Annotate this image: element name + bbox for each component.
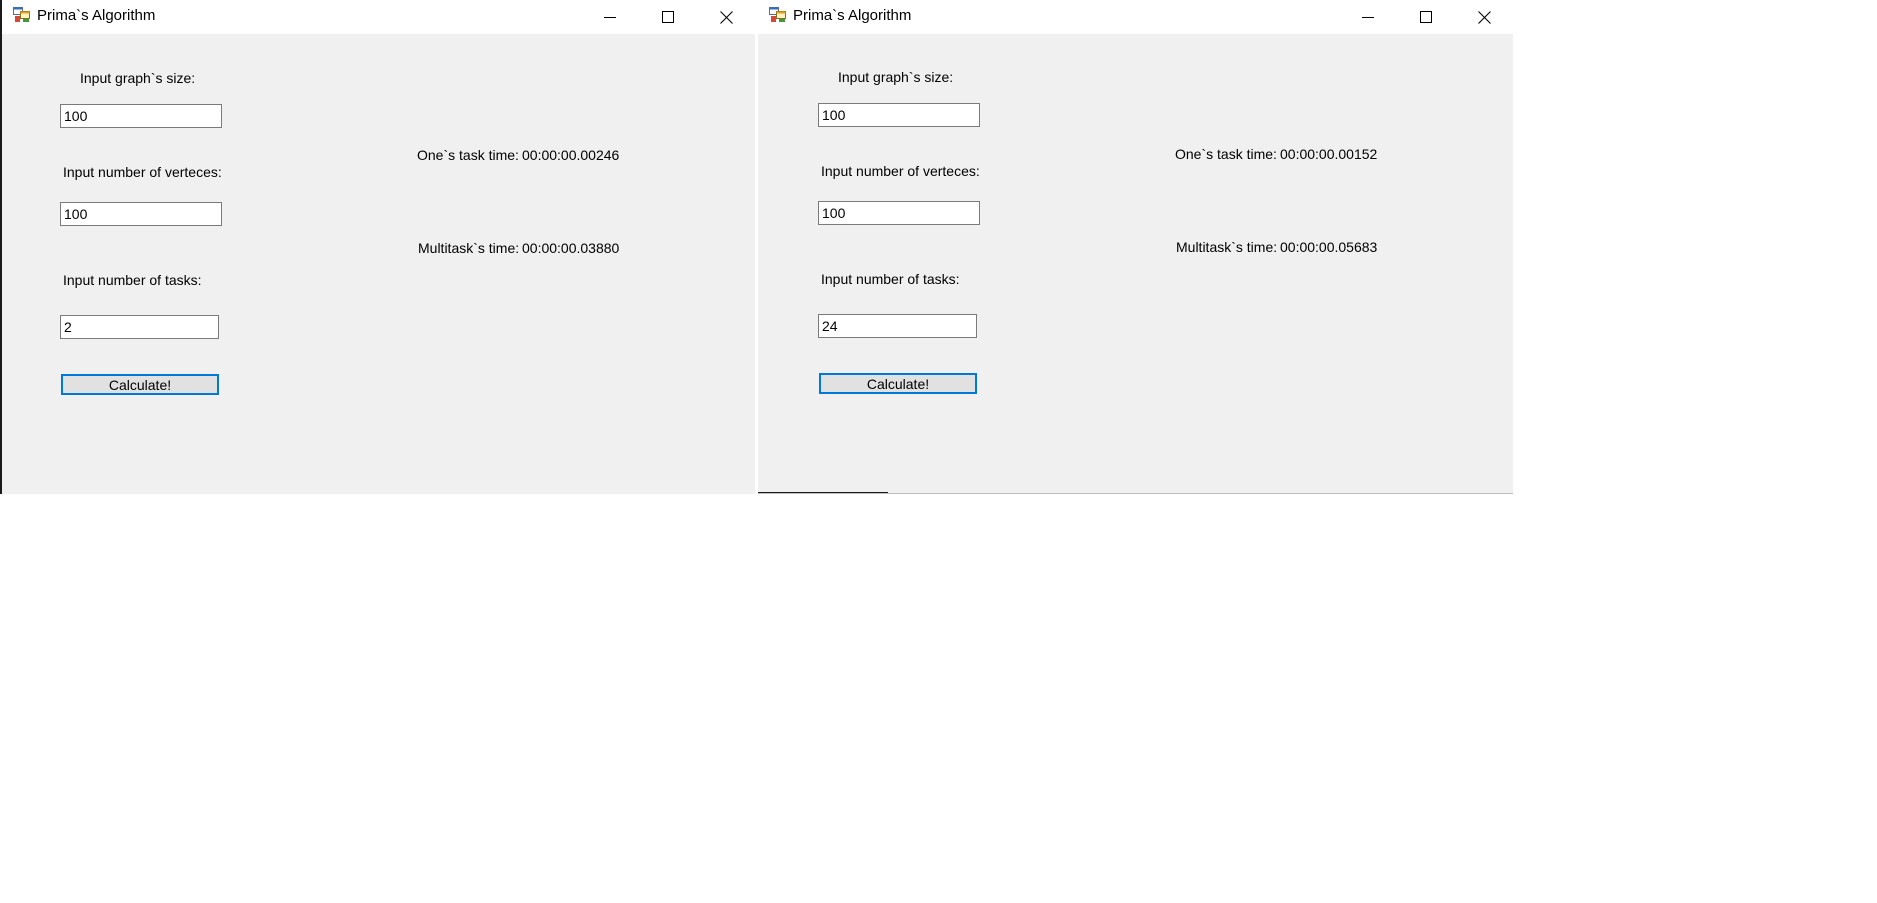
window-title: Prima`s Algorithm (793, 7, 912, 24)
maximize-icon (1420, 11, 1432, 23)
multitask-time-label: Multitask`s time: (418, 240, 520, 256)
vertices-label: Input number of verteces: (63, 164, 222, 180)
graph-size-label: Input graph`s size: (80, 70, 196, 86)
one-task-time-value: 00:00:00.00246 (522, 147, 620, 163)
tasks-input[interactable] (818, 314, 977, 338)
app-form-icon (769, 7, 786, 23)
vertices-input[interactable] (818, 201, 980, 225)
calculate-button[interactable]: Calculate! (819, 373, 977, 394)
app-window-2: Prima`s Algorithm Input graph`s size: In… (758, 0, 1513, 494)
tasks-input[interactable] (60, 315, 219, 339)
window-bottom-edge (758, 492, 888, 493)
minimize-icon (1362, 17, 1374, 18)
maximize-button[interactable] (639, 0, 697, 34)
close-button[interactable] (697, 0, 755, 34)
maximize-button[interactable] (1397, 0, 1455, 34)
one-task-time-label: One`s task time: (417, 147, 519, 163)
title-bar[interactable]: Prima`s Algorithm (758, 0, 1513, 34)
app-form-icon (13, 7, 30, 23)
vertices-input[interactable] (60, 202, 222, 226)
multitask-time-value: 00:00:00.05683 (1280, 239, 1378, 255)
close-icon (719, 10, 733, 24)
multitask-time-label: Multitask`s time: (1176, 239, 1278, 255)
graph-size-label: Input graph`s size: (838, 69, 954, 85)
minimize-button[interactable] (1339, 0, 1397, 34)
window-title: Prima`s Algorithm (37, 7, 156, 24)
minimize-icon (604, 17, 616, 18)
close-icon (1477, 10, 1491, 24)
one-task-time-label: One`s task time: (1175, 146, 1277, 162)
maximize-icon (662, 11, 674, 23)
multitask-time-value: 00:00:00.03880 (522, 240, 620, 256)
one-task-time-value: 00:00:00.00152 (1280, 146, 1378, 162)
calculate-button[interactable]: Calculate! (61, 374, 219, 395)
graph-size-input[interactable] (60, 104, 222, 128)
title-bar[interactable]: Prima`s Algorithm (2, 0, 755, 34)
tasks-label: Input number of tasks: (821, 271, 960, 287)
close-button[interactable] (1455, 0, 1513, 34)
vertices-label: Input number of verteces: (821, 163, 980, 179)
app-window-1: Prima`s Algorithm Input graph`s size: In… (0, 0, 755, 494)
graph-size-input[interactable] (818, 103, 980, 127)
minimize-button[interactable] (581, 0, 639, 34)
tasks-label: Input number of tasks: (63, 272, 202, 288)
